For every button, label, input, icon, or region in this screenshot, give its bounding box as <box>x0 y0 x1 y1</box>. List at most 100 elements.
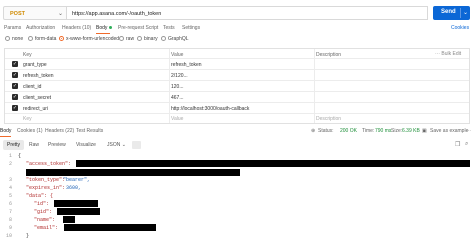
key-placeholder[interactable]: Key <box>23 116 32 122</box>
param-key[interactable]: refresh_token <box>23 73 54 79</box>
table-row: ✓ refresh_token 2/120... <box>5 70 469 81</box>
checkbox-checked-icon[interactable]: ✓ <box>12 83 18 89</box>
table-row: ✓ grant_type refresh_token <box>5 59 469 70</box>
checkbox-checked-icon[interactable]: ✓ <box>12 61 18 67</box>
radio-binary-label: binary <box>144 36 158 42</box>
radio-raw[interactable]: raw <box>119 36 134 42</box>
radio-graphql-label: GraphQL <box>168 36 189 42</box>
line-number: 8 <box>8 217 12 223</box>
tab-body[interactable]: Body <box>96 25 113 31</box>
url-text: https://app.asana.com/-/oauth_token <box>72 11 162 17</box>
table-row: ✓ client_secret 467... <box>5 92 469 103</box>
status-value: 200 OK <box>340 128 357 134</box>
radio-binary[interactable]: binary <box>137 36 158 42</box>
more-icon[interactable]: ⋯ <box>466 128 471 134</box>
format-label: JSON <box>107 142 121 148</box>
json-value-expires-in: 3600, <box>66 185 82 191</box>
chevron-down-icon[interactable]: ⌄ <box>463 9 468 16</box>
line-number: 3 <box>8 177 12 183</box>
save-icon[interactable]: ▣ <box>422 128 427 134</box>
radio-urlencoded-label: x-www-form-urlencoded <box>66 36 120 42</box>
checkbox-checked-icon[interactable]: ✓ <box>12 72 18 78</box>
line-number: 9 <box>8 225 12 231</box>
param-key[interactable]: redirect_uri <box>23 106 48 112</box>
view-visualize[interactable]: Visualize <box>72 140 100 150</box>
redacted-value <box>57 208 100 215</box>
radio-icon <box>137 36 142 41</box>
tab-response-headers[interactable]: Headers (22) <box>45 128 74 134</box>
description-placeholder[interactable]: Description <box>316 116 341 122</box>
line-number: 10 <box>5 233 12 239</box>
response-bar: Body Cookies (1) Headers (22) Test Resul… <box>0 127 474 137</box>
json-brace: } <box>26 233 30 239</box>
response-json-viewer[interactable]: 1 2 3 4 5 6 7 8 9 10 { "access_token": "… <box>0 151 474 241</box>
redacted-value <box>26 169 240 176</box>
value-placeholder[interactable]: Value <box>171 116 183 122</box>
param-key[interactable]: client_secret <box>23 95 51 101</box>
table-row: ✓ client_id 120... <box>5 81 469 92</box>
tab-test-results[interactable]: Test Results <box>76 128 103 134</box>
checkbox-checked-icon[interactable]: ✓ <box>12 94 18 100</box>
json-key-data: "data": { <box>26 193 54 199</box>
tab-params[interactable]: Params <box>4 25 21 31</box>
json-key-expires-in: "expires_in": <box>26 185 66 191</box>
empty-row: Key Value Description <box>5 114 469 123</box>
view-preview[interactable]: Preview <box>44 140 70 150</box>
param-value[interactable]: 467... <box>171 95 184 101</box>
tab-headers[interactable]: Headers (10) <box>62 25 91 31</box>
json-value-token-type: "bearer", <box>63 177 91 183</box>
status-label: Status: <box>318 128 334 134</box>
send-button[interactable]: Send ⌄ <box>433 6 470 20</box>
radio-graphql[interactable]: GraphQL <box>161 36 189 42</box>
chevron-down-icon: ⌄ <box>121 142 126 148</box>
radio-none-label: none <box>12 36 24 42</box>
cookies-link[interactable]: Cookies <box>451 25 469 31</box>
tab-settings[interactable]: Settings <box>182 25 200 31</box>
tab-tests[interactable]: Tests <box>163 25 175 31</box>
radio-icon <box>161 36 166 41</box>
time-value: 790 ms <box>375 128 392 134</box>
url-input[interactable]: https://app.asana.com/-/oauth_token <box>67 6 428 20</box>
view-pretty[interactable]: Pretty <box>3 140 25 150</box>
format-select[interactable]: JSON ⌄ <box>103 140 130 150</box>
radio-x-www-form-urlencoded[interactable]: x-www-form-urlencoded <box>59 36 119 42</box>
radio-form-data-label: form-data <box>35 36 57 42</box>
request-bar: POST ⌄ https://app.asana.com/-/oauth_tok… <box>0 4 474 21</box>
radio-raw-label: raw <box>126 36 135 42</box>
header-description: Description <box>316 52 342 58</box>
tab-response-cookies[interactable]: Cookies (1) <box>17 128 43 134</box>
param-key[interactable]: grant_type <box>23 62 47 68</box>
json-key-id: "id": <box>34 201 50 207</box>
radio-icon <box>5 36 10 41</box>
method-label: POST <box>10 11 25 17</box>
json-key-email: "email": <box>34 225 59 231</box>
bulk-edit-link[interactable]: ⋯ Bulk Edit <box>435 51 461 57</box>
method-select[interactable]: POST ⌄ <box>3 6 67 20</box>
json-key-name: "name": <box>34 217 56 223</box>
param-value[interactable]: 2/120... <box>171 73 188 79</box>
param-value[interactable]: http://localhost:3000/oauth-callback <box>171 106 249 112</box>
wrap-lines-icon[interactable] <box>132 141 141 149</box>
save-as-example-button[interactable]: Save as example <box>430 128 468 134</box>
radio-none[interactable]: none <box>5 36 23 42</box>
redacted-value <box>64 224 156 231</box>
checkbox-checked-icon[interactable]: ✓ <box>12 105 18 111</box>
tab-response-body[interactable]: Body <box>0 128 11 134</box>
view-raw[interactable]: Raw <box>25 140 43 150</box>
send-divider <box>460 8 461 18</box>
param-key[interactable]: client_id <box>23 84 41 90</box>
tab-pre-request-script[interactable]: Pre-request Script <box>118 25 158 31</box>
copy-icon[interactable]: ❐ <box>455 141 460 148</box>
tab-authorization[interactable]: Authorization <box>26 25 55 31</box>
bulk-edit-label: Bulk Edit <box>441 51 462 57</box>
param-value[interactable]: refresh_token <box>171 62 202 68</box>
param-value[interactable]: 120... <box>171 84 184 90</box>
search-icon[interactable]: ⌕ <box>465 141 468 148</box>
redacted-value <box>63 216 75 223</box>
radio-checked-icon <box>59 36 64 41</box>
modified-dot-icon <box>109 26 113 30</box>
line-number: 1 <box>8 153 12 159</box>
globe-icon: ⊕ <box>311 128 316 134</box>
json-brace: { <box>18 153 22 159</box>
radio-form-data[interactable]: form-data <box>28 36 56 42</box>
